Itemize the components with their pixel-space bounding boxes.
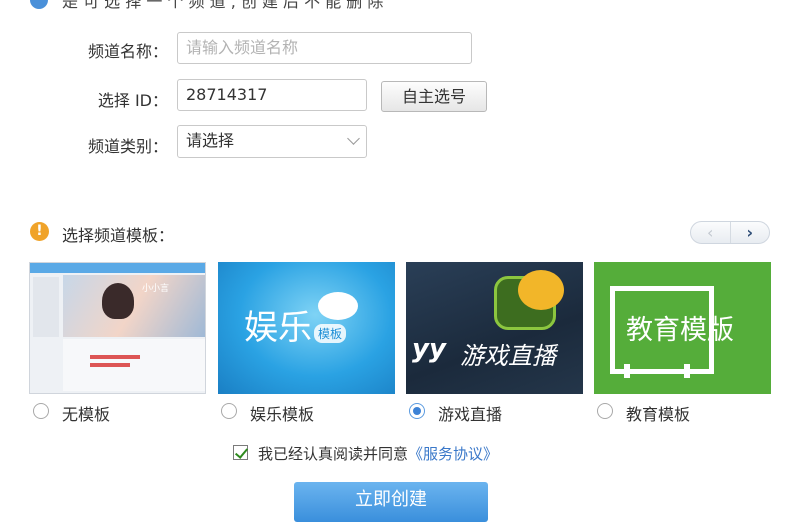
thumb-game-title: 游戏直播 — [460, 342, 556, 370]
thumb-portrait — [102, 283, 134, 319]
category-select-value: 请选择 — [186, 131, 235, 150]
template-thumb-education[interactable]: 教育模版 — [594, 262, 771, 394]
radio-entertainment[interactable] — [221, 403, 237, 419]
board-leg — [624, 364, 630, 378]
channel-name-input[interactable]: 请输入频道名称 — [177, 32, 472, 64]
template-pager: ‹ › — [690, 221, 770, 244]
thumb-chat-area — [63, 339, 205, 391]
thumb-bars — [90, 363, 130, 367]
cat-mascot-icon — [318, 292, 358, 320]
select-id-label: 选择 ID： — [97, 91, 168, 110]
channel-name-label: 频道名称： — [87, 42, 168, 61]
create-now-button[interactable]: 立即创建 — [294, 482, 488, 522]
radio-education[interactable] — [597, 403, 613, 419]
option-label-education: 教育模板 — [626, 405, 691, 424]
thumb-photo — [63, 275, 205, 337]
thumb-entertainment-sub: 模板 — [314, 324, 347, 343]
radio-game-live[interactable] — [409, 403, 425, 419]
chevron-down-icon — [347, 132, 360, 145]
pager-prev-button[interactable]: ‹ — [691, 222, 731, 243]
service-agreement-link[interactable]: 《服务协议》 — [408, 445, 498, 463]
yy-logo: yy — [412, 334, 446, 364]
id-input[interactable]: 28714317 — [177, 79, 367, 111]
option-label-game-live: 游戏直播 — [438, 405, 503, 424]
thumb-titlebar — [30, 263, 205, 273]
self-select-number-button[interactable]: 自主选号 — [381, 81, 487, 112]
bear-mascot-icon — [518, 270, 564, 310]
thumb-bars — [90, 355, 140, 359]
category-select[interactable]: 请选择 — [177, 125, 367, 158]
thumb-sidebar — [33, 277, 59, 337]
template-thumb-game[interactable]: yy 游戏直播 — [406, 262, 583, 394]
board-leg — [684, 364, 690, 378]
pager-next-button[interactable]: › — [731, 222, 770, 243]
template-section-title: 选择频道模板： — [62, 226, 175, 245]
exclamation-icon: ! — [30, 222, 49, 241]
radio-no-template[interactable] — [33, 403, 49, 419]
thumb-caption: 小小言 — [142, 284, 170, 294]
category-label: 频道类别： — [87, 137, 168, 156]
template-thumb-none[interactable]: 小小言 — [29, 262, 206, 394]
header-note: 是 可 选 择 一 个 频 道 , 创 建 后 不 能 删 除 — [62, 0, 384, 11]
template-thumb-entertainment[interactable]: 娱乐 模板 — [218, 262, 395, 394]
info-icon — [30, 0, 48, 9]
agree-checkbox[interactable] — [233, 445, 248, 460]
option-label-entertainment: 娱乐模板 — [250, 405, 315, 424]
agreement-label: 我已经认真阅读并同意 — [258, 445, 409, 463]
agreement-text: 我已经认真阅读并同意《服务协议》 — [258, 443, 498, 464]
thumb-entertainment-title: 娱乐 — [244, 308, 312, 348]
option-label-no-template: 无模板 — [62, 405, 111, 424]
thumb-education-title: 教育模版 — [626, 315, 734, 346]
